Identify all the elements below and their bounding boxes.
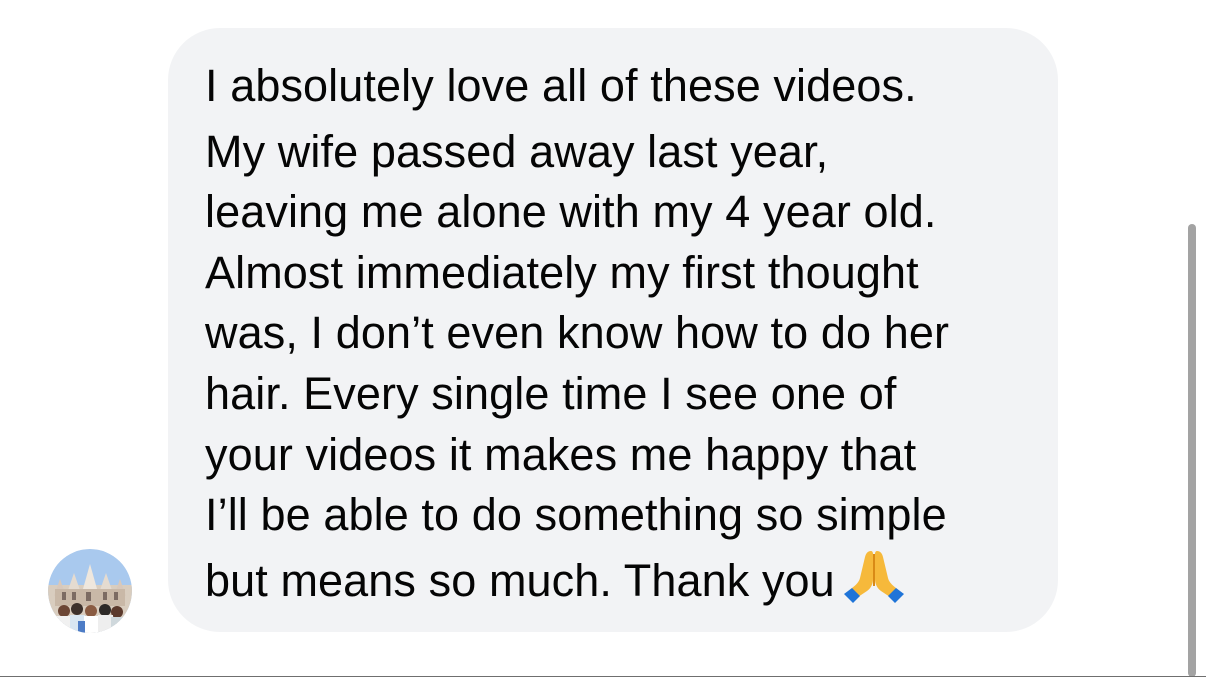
avatar-photo xyxy=(48,549,132,633)
message-line: Almost immediately my first thought xyxy=(205,246,919,298)
message-line: hair. Every single time I see one of xyxy=(205,367,897,419)
message-line: I’ll be able to do something so simple xyxy=(205,489,947,541)
message-line-text: but means so much. Thank you xyxy=(205,554,835,606)
vertical-scrollbar-thumb[interactable] xyxy=(1188,224,1196,677)
message-line-with-emoji: but means so much. Thank you xyxy=(205,546,1045,612)
message-line: was, I don’t even know how to do her xyxy=(205,307,950,359)
message-line: leaving me alone with my 4 year old. xyxy=(205,186,937,238)
message-view: I absolutely love all of these videos. M… xyxy=(0,0,1206,677)
message-line: I absolutely love all of these videos. xyxy=(205,60,917,111)
folded-hands-icon-graphic xyxy=(843,550,904,603)
message-line: My wife passed away last year, xyxy=(205,125,829,177)
message-line: your videos it makes me happy that xyxy=(205,428,917,480)
message-text: I absolutely love all of these videos. M… xyxy=(205,56,1045,611)
folded-hands-icon xyxy=(843,546,905,604)
avatar[interactable] xyxy=(48,549,132,633)
